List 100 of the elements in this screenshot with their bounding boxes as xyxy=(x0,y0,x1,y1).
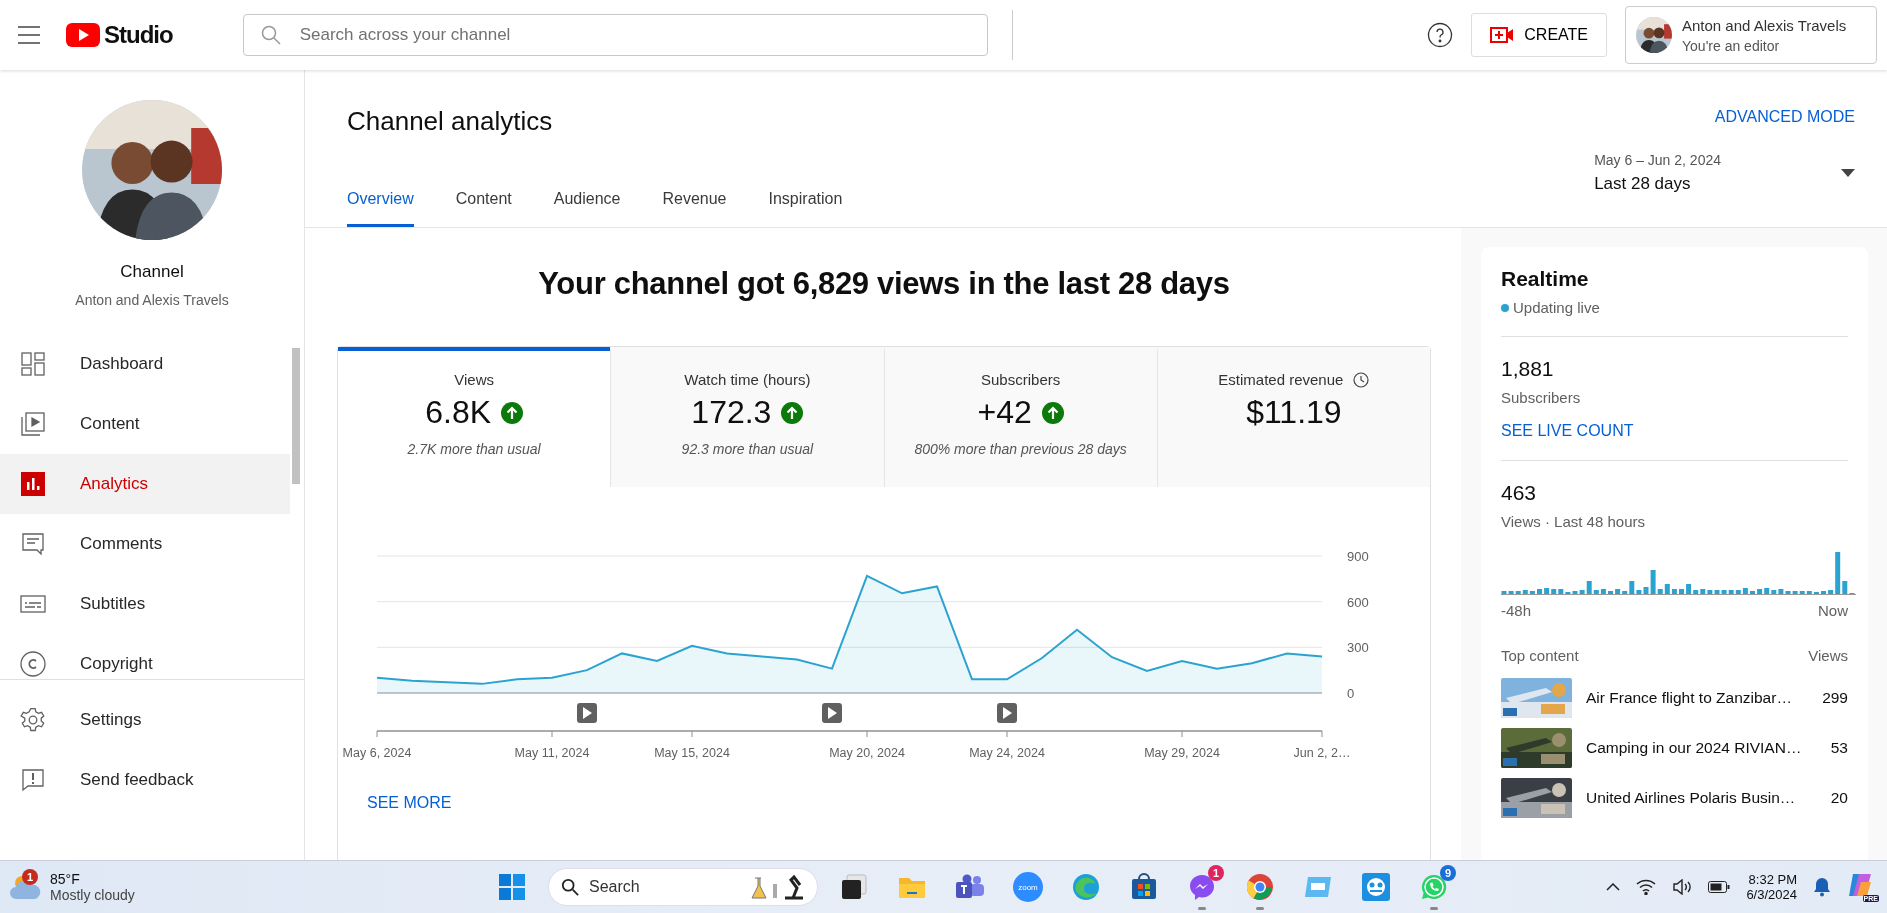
scrollbar[interactable] xyxy=(292,348,300,484)
nav-item[interactable]: Content xyxy=(0,394,290,454)
video-title[interactable]: Air France flight to Zanzibar… xyxy=(1586,689,1809,707)
dashboard-icon xyxy=(20,352,46,376)
page-title: Channel analytics xyxy=(347,106,554,137)
chevron-up-icon xyxy=(1606,883,1621,891)
live-status: Updating live xyxy=(1513,299,1600,316)
view-count: 299 xyxy=(1822,689,1848,707)
metric-value: +42 xyxy=(977,394,1032,431)
weather-widget[interactable]: 1 85°F Mostly cloudy xyxy=(10,871,490,903)
taskbar-app[interactable]: 1 xyxy=(1180,863,1224,911)
create-button[interactable]: CREATE xyxy=(1471,13,1607,57)
view-count: 53 xyxy=(1830,739,1848,757)
menu-icon[interactable] xyxy=(18,26,40,44)
see-more-link[interactable]: SEE MORE xyxy=(367,794,452,812)
gear-icon xyxy=(20,707,46,733)
search-icon xyxy=(260,25,281,45)
metric-value: 172.3 xyxy=(691,394,772,431)
axis-label: May 6, 2024 xyxy=(342,746,412,760)
subscriber-count: 1,881 xyxy=(1501,357,1555,381)
play-icon[interactable] xyxy=(997,703,1017,723)
metric-note: 92.3 more than usual xyxy=(681,441,814,457)
account-role: You're an editor xyxy=(1682,37,1781,54)
metric-label: Estimated revenue xyxy=(1218,371,1344,388)
store-icon xyxy=(1130,873,1158,901)
app-label: zoom xyxy=(1018,882,1038,892)
axis-label: 0 xyxy=(1347,686,1355,701)
axis-label: May 11, 2024 xyxy=(514,746,590,760)
account-name: Anton and Alexis Travels xyxy=(1682,16,1847,34)
task-view-icon xyxy=(841,874,867,900)
axis-label: May 20, 2024 xyxy=(829,746,905,760)
tab[interactable]: Overview xyxy=(347,190,414,227)
sparkline-bar xyxy=(1750,591,1755,594)
axis-label: 300 xyxy=(1347,640,1369,656)
channel-name: Anton and Alexis Travels xyxy=(75,292,229,308)
notification-badge: 1 xyxy=(1208,865,1224,881)
nav-item[interactable]: Comments xyxy=(0,514,290,574)
comment-icon xyxy=(20,532,46,556)
tab[interactable]: Content xyxy=(455,190,512,227)
bell-icon xyxy=(1813,877,1831,897)
live-count-link[interactable]: SEE LIVE COUNT xyxy=(1501,422,1634,440)
date-range-label: Last 28 days xyxy=(1594,174,1692,194)
video-title[interactable]: Camping in our 2024 RIVIAN… xyxy=(1586,739,1817,757)
subtitles-icon xyxy=(20,594,46,614)
taskbar-app[interactable]: 9 xyxy=(1412,863,1456,911)
tab[interactable]: Revenue xyxy=(662,190,727,227)
people-icon xyxy=(956,874,984,900)
play-icon[interactable] xyxy=(577,703,597,723)
tab[interactable]: Inspiration xyxy=(768,190,843,227)
metric-label: Subscribers xyxy=(981,371,1061,388)
advanced-mode-link[interactable]: ADVANCED MODE xyxy=(1714,108,1855,126)
sparkline-bar xyxy=(1679,589,1684,594)
axis-label: 900 xyxy=(1347,549,1369,564)
sparkline-bar xyxy=(1821,591,1826,594)
channel-label: Channel xyxy=(120,262,184,282)
windows-icon xyxy=(499,874,525,900)
nav-item[interactable]: Analytics xyxy=(0,454,290,514)
browser-icon xyxy=(1072,873,1100,901)
nav-item[interactable]: Send feedback xyxy=(0,750,290,810)
lab-drawing xyxy=(749,874,805,900)
metric-card[interactable]: Estimated revenue $11.19 xyxy=(1156,347,1430,487)
chrome-icon xyxy=(1246,873,1274,901)
nav-item[interactable]: Copyright xyxy=(0,634,290,679)
sparkline-bar xyxy=(1537,589,1542,594)
search-field[interactable]: Search across your channel xyxy=(242,14,988,56)
date-range-dates: May 6 – Jun 2, 2024 xyxy=(1594,152,1721,168)
feedback-icon xyxy=(20,768,46,792)
taskbar-search[interactable]: Search xyxy=(548,868,818,906)
nav-item[interactable]: Settings xyxy=(0,690,290,750)
metric-card[interactable]: Subscribers +42 800% more than previous 28 days xyxy=(883,347,1157,487)
clock[interactable]: 8:32 PM 6/3/2024 xyxy=(1746,872,1797,902)
help-icon[interactable] xyxy=(1427,22,1454,48)
play-icon[interactable] xyxy=(822,703,842,723)
chart-icon xyxy=(20,472,46,496)
view-count: 20 xyxy=(1830,789,1848,807)
weather-condition: Mostly cloudy xyxy=(50,887,135,903)
clock-icon xyxy=(1353,371,1370,388)
video-title[interactable]: United Airlines Polaris Busin… xyxy=(1586,789,1817,807)
metric-value: 6.8K xyxy=(425,394,492,431)
views-label: Views · Last 48 hours xyxy=(1501,513,1646,530)
camera-icon xyxy=(1490,26,1515,44)
metric-note: 2.7K more than usual xyxy=(407,441,541,457)
metric-card[interactable]: Watch time (hours) 172.3 92.3 more than usual xyxy=(610,347,884,487)
people-icon xyxy=(1362,873,1390,901)
column-header: Views xyxy=(1808,647,1848,664)
temperature: 85°F xyxy=(50,871,81,887)
tab[interactable]: Audience xyxy=(553,190,621,227)
date-range-dropdown[interactable]: May 6 – Jun 2, 2024 Last 28 days xyxy=(1594,152,1855,194)
axis-label: 600 xyxy=(1347,594,1369,610)
account-switcher[interactable]: Anton and Alexis Travels You're an editor xyxy=(1625,6,1877,64)
axis-label: May 29, 2024 xyxy=(1144,746,1220,760)
battery-icon xyxy=(1708,881,1731,893)
nav-item[interactable]: Subtitles xyxy=(0,574,290,634)
axis-label: May 24, 2024 xyxy=(969,746,1045,760)
nav-item[interactable]: Dashboard xyxy=(0,334,290,394)
live-dot xyxy=(1501,303,1509,312)
axis-label: Jun 2, 2… xyxy=(1293,746,1351,760)
running-indicator xyxy=(1198,907,1206,910)
notification-badge: 9 xyxy=(1440,865,1456,881)
axis-label: -48h xyxy=(1501,602,1532,619)
